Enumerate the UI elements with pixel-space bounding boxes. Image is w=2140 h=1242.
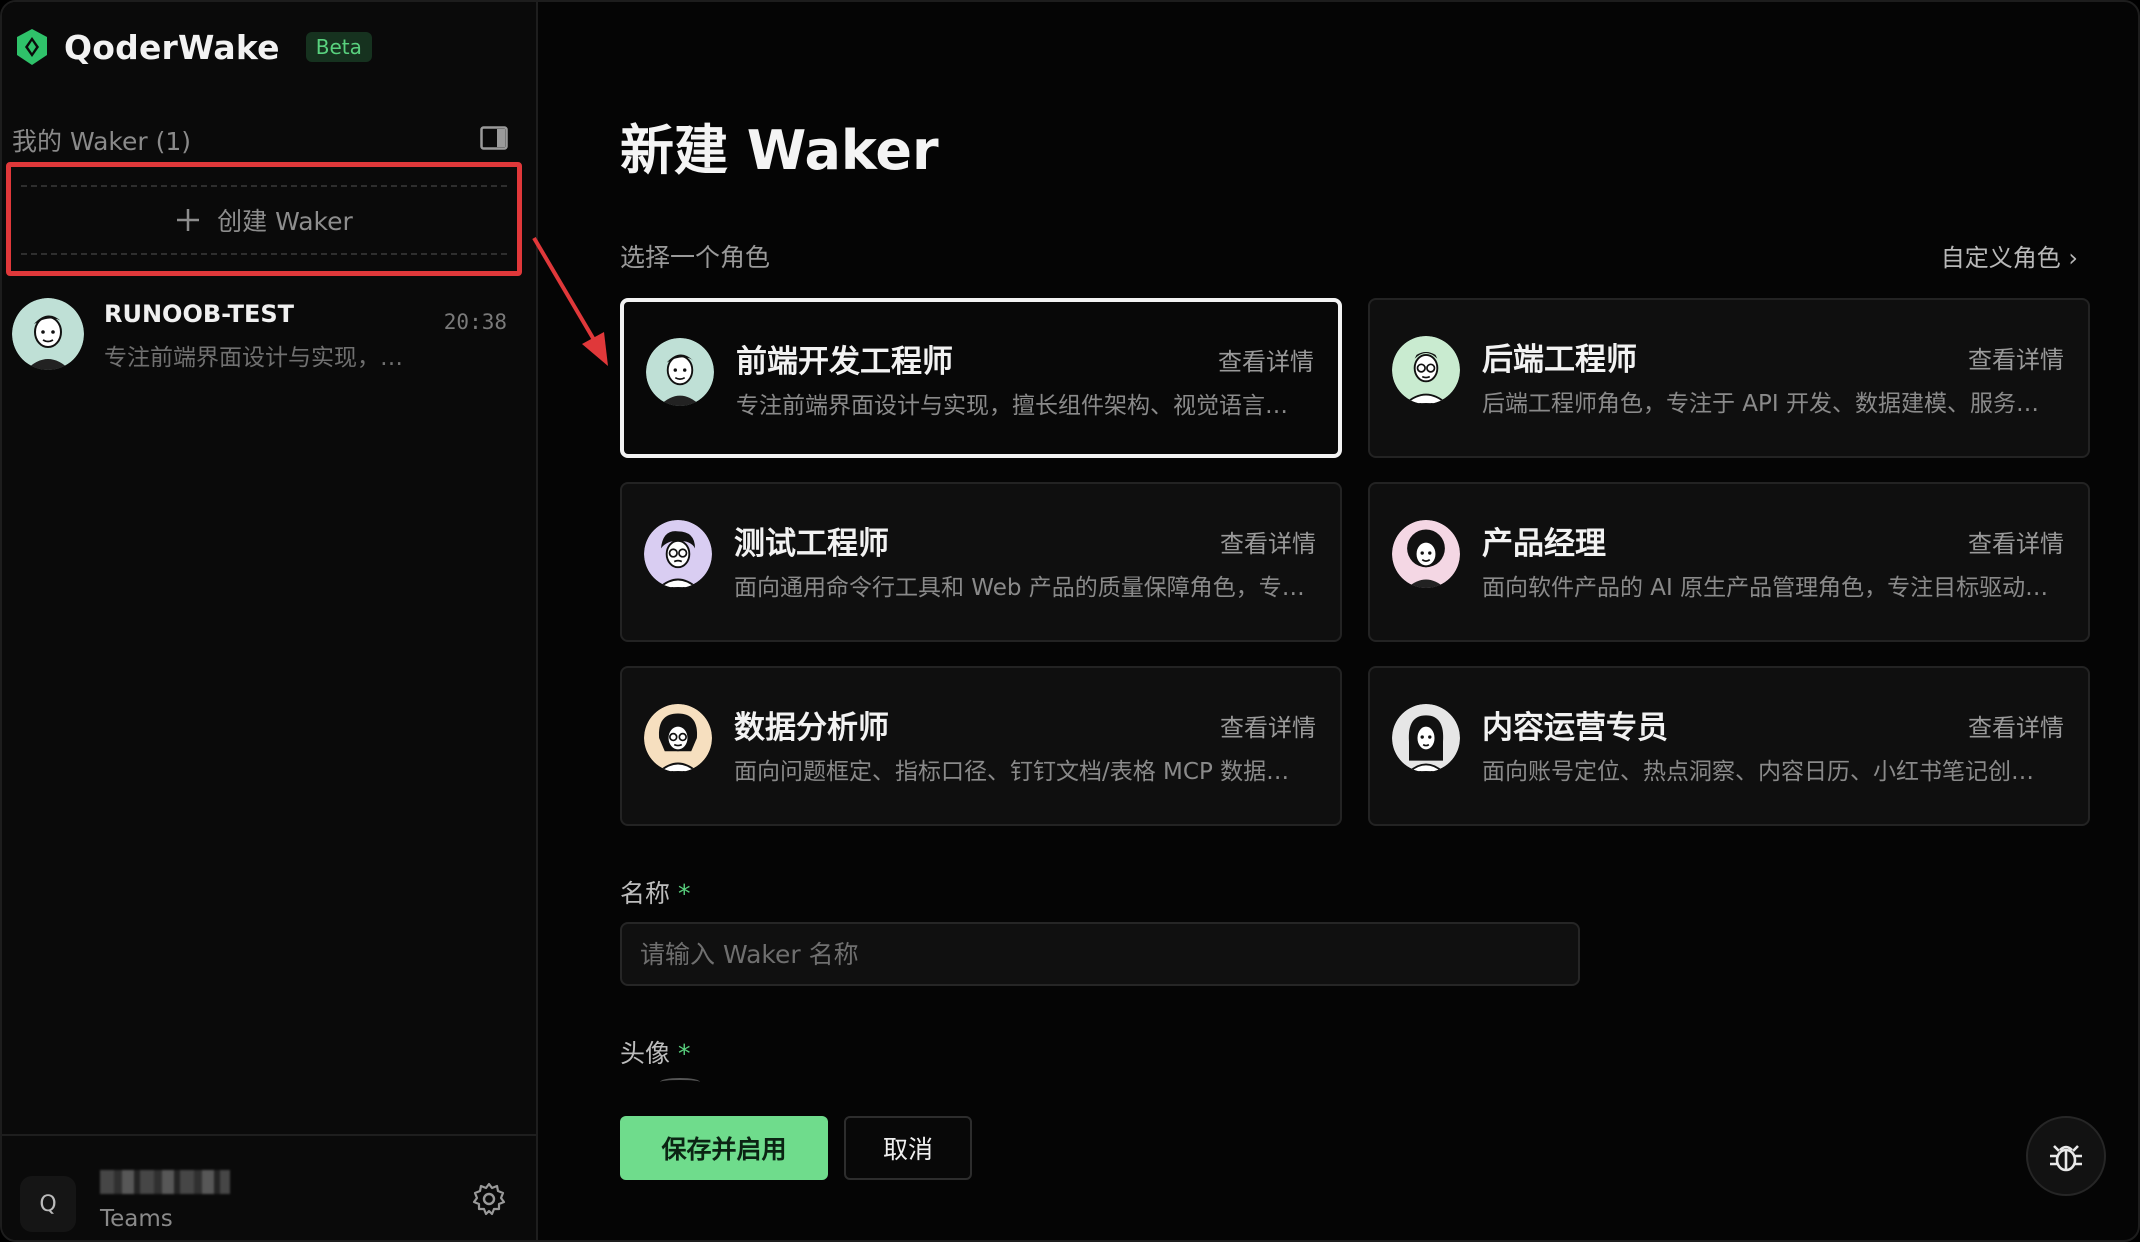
role-title: 测试工程师	[734, 526, 889, 562]
role-description: 面向通用命令行工具和 Web 产品的质量保障角色，专…	[734, 575, 1305, 601]
avatar-picker-edge	[660, 1078, 700, 1086]
role-avatar	[1392, 336, 1460, 404]
sidebar: QoderWake Beta 我的 Waker (1) 创建 Waker RUN…	[2, 2, 538, 1240]
role-title: 前端开发工程师	[736, 344, 953, 380]
role-avatar	[646, 338, 714, 406]
role-description: 专注前端界面设计与实现，擅长组件架构、视觉语言…	[736, 393, 1288, 419]
view-details-link[interactable]: 查看详情	[1968, 708, 2064, 743]
waker-avatar	[12, 298, 84, 370]
role-card-content-ops[interactable]: 内容运营专员 查看详情 面向账号定位、热点洞察、内容日历、小红书笔记创…	[1368, 666, 2090, 826]
bug-report-button[interactable]	[2026, 1116, 2106, 1196]
sidebar-footer: Q Teams	[2, 1134, 538, 1240]
role-title: 数据分析师	[734, 710, 889, 746]
required-marker: *	[678, 879, 691, 908]
main-panel: 新建 Waker 选择一个角色 自定义角色 › 前端开发工程师 查看详情 专注前…	[540, 2, 2138, 1240]
role-card-product-manager[interactable]: 产品经理 查看详情 面向软件产品的 AI 原生产品管理角色，专注目标驱动…	[1368, 482, 2090, 642]
sidebar-panel-icon[interactable]	[480, 126, 508, 150]
required-marker: *	[678, 1039, 691, 1068]
role-title: 后端工程师	[1482, 342, 1637, 378]
qoder-logo-icon	[17, 29, 47, 65]
role-description: 面向软件产品的 AI 原生产品管理角色，专注目标驱动…	[1482, 575, 2049, 601]
view-details-link[interactable]: 查看详情	[1220, 708, 1316, 743]
create-waker-button[interactable]: 创建 Waker	[21, 185, 507, 255]
role-section-label: 选择一个角色	[620, 243, 771, 272]
user-avatar[interactable]: Q	[20, 1176, 76, 1232]
role-avatar	[1392, 704, 1460, 772]
waker-name: RUNOOB-TEST	[104, 300, 295, 328]
app-window: QoderWake Beta 我的 Waker (1) 创建 Waker RUN…	[0, 0, 2140, 1242]
waker-name-input[interactable]	[620, 922, 1580, 986]
plus-icon	[177, 209, 200, 231]
name-label-text: 名称	[620, 879, 671, 908]
settings-gear-icon[interactable]	[472, 1182, 506, 1216]
custom-role-link[interactable]: 自定义角色 ›	[1941, 238, 2078, 273]
my-wakers-title: 我的 Waker (1)	[12, 127, 191, 156]
role-card-tester[interactable]: 测试工程师 查看详情 面向通用命令行工具和 Web 产品的质量保障角色，专…	[620, 482, 1342, 642]
view-details-link[interactable]: 查看详情	[1968, 340, 2064, 375]
bug-icon	[2050, 1145, 2082, 1172]
save-and-enable-button[interactable]: 保存并启用	[620, 1116, 828, 1180]
role-description: 面向问题框定、指标口径、钉钉文档/表格 MCP 数据…	[734, 759, 1290, 785]
role-avatar	[1392, 520, 1460, 588]
view-details-link[interactable]: 查看详情	[1968, 524, 2064, 559]
role-avatar	[644, 520, 712, 588]
waker-time: 20:38	[443, 310, 507, 334]
role-title: 内容运营专员	[1482, 710, 1668, 746]
page-title: 新建 Waker	[620, 119, 939, 182]
role-description: 面向账号定位、热点洞察、内容日历、小红书笔记创…	[1482, 759, 2034, 785]
name-field-label: 名称 *	[620, 874, 691, 910]
role-card-data-analyst[interactable]: 数据分析师 查看详情 面向问题框定、指标口径、钉钉文档/表格 MCP 数据…	[620, 666, 1342, 826]
beta-badge: Beta	[305, 32, 372, 62]
user-name-redacted	[100, 1170, 230, 1194]
view-details-link[interactable]: 查看详情	[1220, 524, 1316, 559]
waker-list-item[interactable]: RUNOOB-TEST 20:38 专注前端界面设计与实现，…	[12, 294, 517, 374]
brand-name: QoderWake	[64, 27, 280, 67]
waker-description: 专注前端界面设计与实现，…	[104, 345, 403, 371]
brand: QoderWake Beta	[12, 24, 372, 70]
cancel-button[interactable]: 取消	[844, 1116, 972, 1180]
role-card-backend[interactable]: 后端工程师 查看详情 后端工程师角色，专注于 API 开发、数据建模、服务…	[1368, 298, 2090, 458]
create-waker-highlight: 创建 Waker	[6, 162, 522, 276]
team-label: Teams	[100, 1206, 173, 1232]
avatar-label-text: 头像	[620, 1039, 671, 1068]
role-card-frontend[interactable]: 前端开发工程师 查看详情 专注前端界面设计与实现，擅长组件架构、视觉语言…	[620, 298, 1342, 458]
avatar-field-label: 头像 *	[620, 1034, 691, 1070]
view-details-link[interactable]: 查看详情	[1218, 342, 1314, 377]
role-description: 后端工程师角色，专注于 API 开发、数据建模、服务…	[1482, 391, 2040, 417]
role-title: 产品经理	[1482, 526, 1606, 562]
create-waker-label: 创建 Waker	[217, 207, 353, 236]
role-avatar	[644, 704, 712, 772]
